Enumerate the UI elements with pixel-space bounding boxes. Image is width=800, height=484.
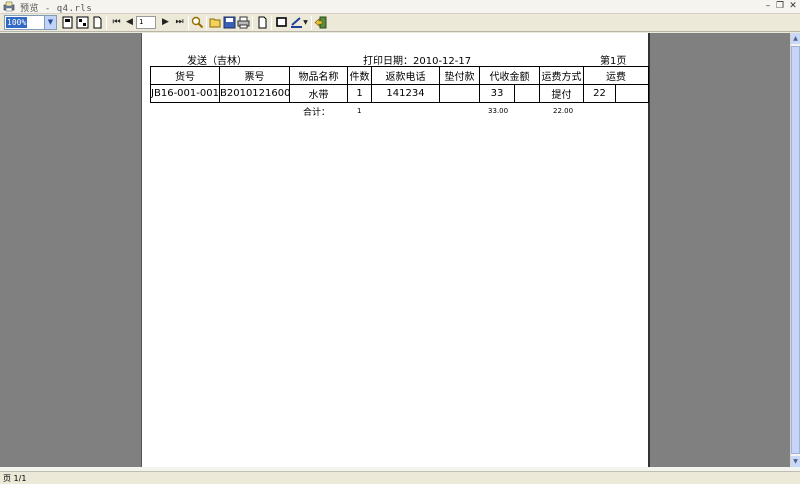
zoom-select[interactable]: 100% ▼ <box>4 15 57 30</box>
toolbar-separator <box>188 16 189 30</box>
printer-preview-icon <box>3 1 15 12</box>
column-header: 垫付款 <box>439 66 480 85</box>
column-header: 返款电话 <box>371 66 440 85</box>
table-header-row: 货号 票号 物品名称 件数 返款电话 垫付款 代收金额 运费方式 运费 <box>150 66 649 85</box>
column-header: 运费 <box>583 66 649 85</box>
column-header: 物品名称 <box>289 66 348 85</box>
summary-count: 1 <box>357 107 362 115</box>
table-cell: 提付 <box>539 84 584 103</box>
scroll-up-icon[interactable]: ▲ <box>791 33 800 44</box>
minimize-icon[interactable]: – <box>762 1 774 12</box>
table-cell: JB16-001-001 <box>150 84 220 103</box>
column-header: 票号 <box>219 66 290 85</box>
table-row: JB16-001-001 B20101216001 水带 1 141234 33… <box>150 84 649 103</box>
chevron-down-icon[interactable]: ▼ <box>44 16 56 29</box>
table-cell <box>615 84 649 103</box>
column-header: 代收金额 <box>479 66 540 85</box>
prev-page-icon[interactable]: ◀ <box>123 16 136 29</box>
page-label: 第1页 <box>600 56 627 67</box>
toolbar-separator <box>206 16 207 30</box>
summary-collect-total: 33.00 <box>488 107 509 115</box>
table-cell: 22 <box>583 84 616 103</box>
preview-area[interactable]: 发送（吉林） 打印日期：2010-12-17 第1页 货号 票号 物品名称 件数… <box>0 33 790 467</box>
print-date: 打印日期：2010-12-17 <box>363 56 472 67</box>
next-page-icon[interactable]: ▶ <box>159 16 172 29</box>
table-cell <box>514 84 540 103</box>
toolbar-separator <box>271 16 272 30</box>
last-page-icon[interactable]: ⏭ <box>173 16 186 29</box>
open-icon[interactable] <box>209 16 222 29</box>
scrollbar-thumb[interactable] <box>791 46 800 454</box>
report-header-left: 发送（吉林） <box>187 56 247 67</box>
two-page-icon[interactable] <box>76 16 89 29</box>
table-cell: 141234 <box>371 84 440 103</box>
one-page-icon[interactable] <box>61 16 74 29</box>
title-bar: 预览 - q4.rls – ❐ ✕ <box>0 0 800 14</box>
status-bar: 页 1/1 <box>0 471 800 484</box>
first-page-icon[interactable]: ⏮ <box>110 16 123 29</box>
page-indicator: 页 1/1 <box>3 474 27 483</box>
column-header: 件数 <box>347 66 372 85</box>
vertical-scrollbar[interactable]: ▲ ▼ <box>790 33 800 467</box>
column-header: 货号 <box>150 66 220 85</box>
toolbar-separator <box>311 16 312 30</box>
summary-label: 合计： <box>303 108 331 118</box>
exit-icon[interactable] <box>314 16 327 29</box>
page-number-input[interactable]: 1 <box>136 16 156 29</box>
save-icon[interactable] <box>223 16 236 29</box>
toolbar-separator <box>252 16 253 30</box>
new-page-icon[interactable] <box>256 16 269 29</box>
report-table: 货号 票号 物品名称 件数 返款电话 垫付款 代收金额 运费方式 运费 JB16… <box>150 66 649 103</box>
preview-window: 预览 - q4.rls – ❐ ✕ 100% ▼ ⏮ ◀ 1 ▶ ⏭ ▼ 发送（… <box>0 0 800 484</box>
chevron-down-icon[interactable]: ▼ <box>302 16 309 29</box>
restore-icon[interactable]: ❐ <box>774 1 786 12</box>
scroll-down-icon[interactable]: ▼ <box>791 456 800 467</box>
find-icon[interactable] <box>191 16 204 29</box>
zoom-value: 100% <box>6 17 28 28</box>
summary-freight-total: 22.00 <box>553 107 574 115</box>
table-cell: B20101216001 <box>219 84 290 103</box>
window-title: 预览 - q4.rls <box>20 4 93 14</box>
table-cell <box>439 84 480 103</box>
table-cell: 33 <box>479 84 515 103</box>
table-cell: 1 <box>347 84 372 103</box>
print-icon[interactable] <box>237 16 250 29</box>
close-icon[interactable]: ✕ <box>787 1 799 12</box>
report-page: 发送（吉林） 打印日期：2010-12-17 第1页 货号 票号 物品名称 件数… <box>141 33 650 467</box>
page-width-icon[interactable] <box>91 16 104 29</box>
toolbar-separator <box>106 16 107 30</box>
border-icon[interactable] <box>275 16 288 29</box>
table-cell: 水带 <box>289 84 348 103</box>
column-header: 运费方式 <box>539 66 584 85</box>
toolbar: 100% ▼ ⏮ ◀ 1 ▶ ⏭ ▼ <box>0 14 800 32</box>
